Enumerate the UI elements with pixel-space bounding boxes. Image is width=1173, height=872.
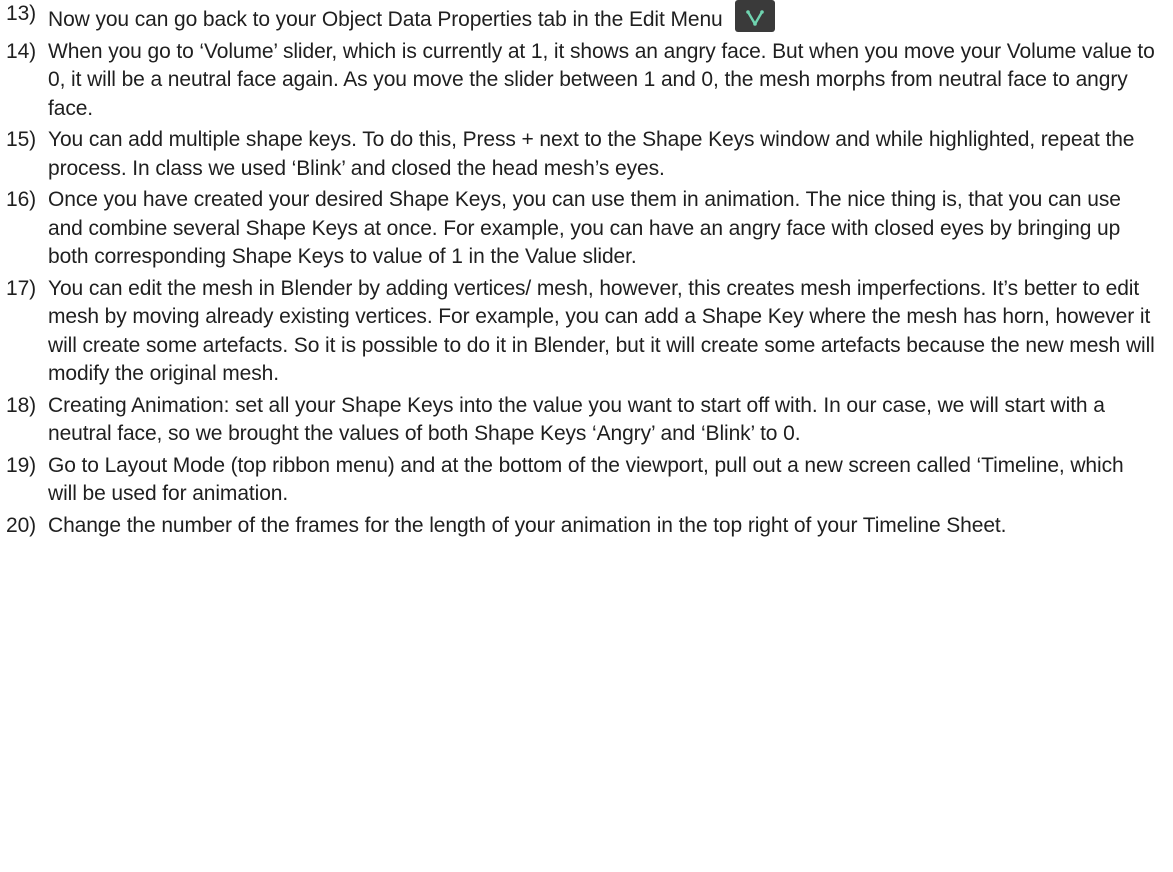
instruction-list: 13) Now you can go back to your Object D… (0, 0, 1173, 540)
step-text: Creating Animation: set all your Shape K… (48, 393, 1105, 446)
list-item: 18) Creating Animation: set all your Sha… (0, 392, 1173, 449)
step-text: Go to Layout Mode (top ribbon menu) and … (48, 453, 1124, 506)
step-text-content: Now you can go back to your Object Data … (48, 8, 723, 31)
step-number: 15) (6, 128, 37, 151)
step-text: Change the number of the frames for the … (48, 513, 1007, 537)
list-item: 14) When you go to ‘Volume’ slider, whic… (0, 38, 1173, 124)
step-number: 17) (6, 276, 37, 300)
list-item: 17) You can edit the mesh in Blender by … (0, 275, 1173, 389)
list-item: 19) Go to Layout Mode (top ribbon menu) … (0, 452, 1173, 509)
step-text: You can add multiple shape keys. To do t… (48, 128, 1135, 180)
list-item: 16) Once you have created your desired S… (0, 186, 1173, 272)
document-page: 13) Now you can go back to your Object D… (0, 0, 1173, 872)
step-number: 14) (6, 39, 37, 63)
step-text: You can edit the mesh in Blender by addi… (48, 276, 1155, 386)
step-text: When you go to ‘Volume’ slider, which is… (48, 39, 1155, 120)
step-number: 13) (6, 2, 37, 25)
step-text: Once you have created your desired Shape… (48, 188, 1121, 268)
list-item: 15) You can add multiple shape keys. To … (0, 126, 1173, 183)
object-data-properties-icon (734, 0, 775, 32)
step-number: 19) (6, 453, 37, 477)
list-item: 20) Change the number of the frames for … (0, 512, 1173, 541)
step-text: Now you can go back to your Object Data … (48, 0, 1173, 35)
step-number: 18) (6, 393, 37, 417)
step-number: 20) (6, 513, 37, 537)
step-number: 16) (6, 188, 37, 211)
list-item: 13) Now you can go back to your Object D… (0, 0, 1173, 35)
